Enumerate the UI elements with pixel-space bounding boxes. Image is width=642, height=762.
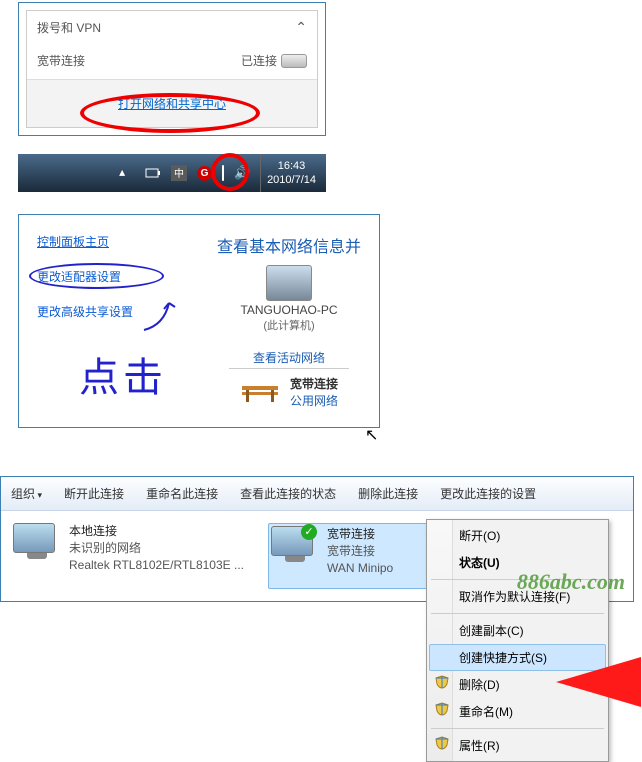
system-taskbar: ▴ 中 G 🔊 16:43 2010/7/14 [18, 154, 326, 192]
connection-icon: ✓ [271, 526, 319, 568]
item-name: 宽带连接 [37, 52, 85, 69]
tray-volume-icon[interactable]: 🔊 [234, 165, 250, 181]
shield-icon [435, 736, 449, 750]
open-network-center-link[interactable]: 打开网络和共享中心 [118, 97, 226, 111]
connection-item-local[interactable]: 本地连接 未识别的网络 Realtek RTL8102E/RTL8103E ..… [13, 523, 244, 589]
nc-right-panel: 查看基本网络信息并 TANGUOHAO-PC (此计算机) 查看活动网络 宽带连… [199, 215, 379, 427]
conn-line2: 宽带连接 [327, 543, 393, 560]
clock-time: 16:43 [267, 159, 316, 173]
net-name: 宽带连接 [290, 377, 338, 391]
chevron-up-icon[interactable]: ⌃ [295, 19, 307, 36]
popup-section-header[interactable]: 拨号和 VPN ⌃ [27, 11, 317, 44]
tray-network-icon[interactable] [222, 165, 224, 181]
broadband-item[interactable]: 宽带连接 已连接 [27, 44, 317, 79]
control-panel-home-link[interactable]: 控制面板主页 [37, 233, 181, 250]
modem-icon [281, 54, 307, 68]
ctx-delete[interactable]: 删除(D) [429, 671, 606, 698]
tray-power-icon[interactable] [145, 165, 161, 181]
pc-name: TANGUOHAO-PC [209, 303, 369, 317]
computer-icon [266, 265, 312, 301]
conn-line3: WAN Minipo [327, 560, 393, 577]
system-tray: ▴ 中 G 🔊 16:43 2010/7/14 [119, 154, 326, 192]
context-menu: 断开(O) 状态(U) 取消作为默认连接(F) 创建副本(C) 创建快捷方式(S… [426, 519, 609, 762]
active-network-section: 查看活动网络 [229, 349, 349, 369]
toolbar-delete[interactable]: 删除此连接 [358, 485, 418, 502]
nc-left-panel: 控制面板主页 更改适配器设置 更改高级共享设置 点击 [19, 215, 199, 427]
popup-footer: 打开网络和共享中心 [27, 79, 317, 127]
tray-g-badge-icon[interactable]: G [197, 166, 212, 181]
conn-body: 本地连接 未识别的网络 Realtek RTL8102E/RTL8103E ..… [1, 511, 633, 601]
ctx-rename[interactable]: 重命名(M) [429, 698, 606, 725]
cursor-icon: ↖ [365, 427, 378, 444]
bench-icon [240, 380, 280, 404]
conn-toolbar: 组织 断开此连接 重命名此连接 查看此连接的状态 删除此连接 更改此连接的设置 [1, 477, 633, 511]
handwriting-annotation: 点击 [79, 345, 167, 403]
toolbar-change[interactable]: 更改此连接的设置 [440, 485, 536, 502]
network-connections-window: 组织 断开此连接 重命名此连接 查看此连接的状态 删除此连接 更改此连接的设置 … [0, 476, 634, 602]
conn-line2: 未识别的网络 [69, 540, 244, 557]
shield-icon [435, 702, 449, 716]
svg-text:中: 中 [174, 167, 184, 180]
network-center-window: 控制面板主页 更改适配器设置 更改高级共享设置 点击 查看基本网络信息并 TAN… [18, 214, 380, 428]
item-status: 已连接 [241, 52, 277, 69]
net-type-link[interactable]: 公用网络 [290, 394, 338, 408]
advanced-sharing-link[interactable]: 更改高级共享设置 [37, 303, 181, 320]
shield-icon [435, 675, 449, 689]
ctx-create-shortcut[interactable]: 创建快捷方式(S) [429, 644, 606, 671]
connected-check-icon: ✓ [301, 524, 317, 540]
conn-line3: Realtek RTL8102E/RTL8103E ... [69, 557, 244, 574]
toolbar-disconnect[interactable]: 断开此连接 [64, 485, 124, 502]
conn-name: 宽带连接 [327, 526, 393, 543]
section-title: 拨号和 VPN [37, 19, 101, 36]
connection-icon [13, 523, 61, 565]
ctx-properties[interactable]: 属性(R) [429, 732, 606, 759]
clock-date: 2010/7/14 [267, 173, 316, 187]
tray-ime-icon[interactable]: 中 [171, 165, 187, 181]
pc-desc: (此计算机) [209, 317, 369, 333]
conn-name: 本地连接 [69, 523, 244, 540]
ctx-disconnect[interactable]: 断开(O) [429, 522, 606, 549]
change-adapter-settings-link[interactable]: 更改适配器设置 [37, 268, 181, 285]
ctx-unset-default[interactable]: 取消作为默认连接(F) [429, 583, 606, 610]
toolbar-status[interactable]: 查看此连接的状态 [240, 485, 336, 502]
tray-up-arrow-icon[interactable]: ▴ [119, 165, 135, 181]
toolbar-organize[interactable]: 组织 [11, 485, 42, 502]
ctx-create-copy[interactable]: 创建副本(C) [429, 617, 606, 644]
ctx-status[interactable]: 状态(U) [429, 549, 606, 576]
nc-title: 查看基本网络信息并 [209, 233, 369, 257]
tray-clock[interactable]: 16:43 2010/7/14 [260, 154, 322, 192]
toolbar-rename[interactable]: 重命名此连接 [146, 485, 218, 502]
network-popup-window: 拨号和 VPN ⌃ 宽带连接 已连接 打开网络和共享中心 [18, 2, 326, 136]
